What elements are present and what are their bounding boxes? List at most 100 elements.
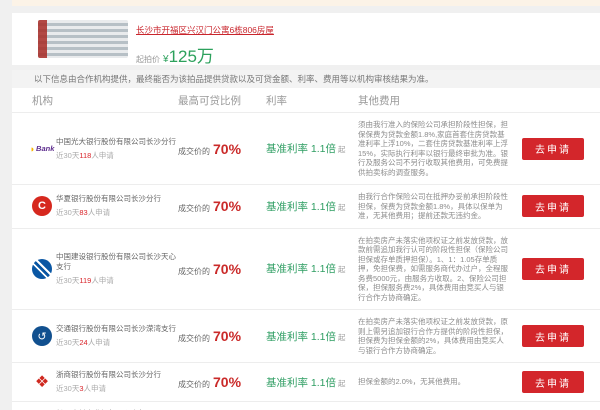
price-line: 起拍价 ¥ 125万 xyxy=(136,42,274,67)
applicants-stat: 近30天24人申请 xyxy=(56,337,178,348)
other-fees-cell: 在拍卖房产未落实他项权证之前发放贷款，原则上需另追加银行合作方提供的阶段性担保，… xyxy=(358,317,508,355)
interest-rate-cell: 基准利率 1.1倍 起 xyxy=(266,141,358,156)
ratio-value: 70% xyxy=(213,261,241,277)
ratio-label: 成交价的 xyxy=(178,266,210,277)
listing-info: 长沙市开福区兴汉门公寓6栋806房屋 起拍价 ¥ 125万 xyxy=(136,18,274,67)
ratio-value: 70% xyxy=(213,374,241,390)
header-other-fees: 其他费用 xyxy=(358,93,508,108)
apply-cell: 去申请 xyxy=(508,371,600,393)
ratio-value: 70% xyxy=(213,141,241,157)
table-row: 浙商银行股份有限公司长沙分行 近30天3人申请 成交价的 70% 基准利率 1.… xyxy=(12,362,600,401)
apply-cell: 去申请 xyxy=(508,325,600,347)
institution-cell: 中国光大银行股份有限公司长沙分行 近30天118人申请 xyxy=(32,137,178,161)
institution-cell: 交通银行股份有限公司长沙溁湾支行 近30天24人申请 xyxy=(32,324,178,348)
applicants-prefix: 近30天 xyxy=(56,338,79,347)
bank-name: 交通银行股份有限公司长沙溁湾支行 xyxy=(56,324,178,334)
other-fees-cell: 由我行合作保险公司在抵押办妥前承担阶段性担保，保费为贷款金额1.8%，具体以保单… xyxy=(358,192,508,221)
interest-rate-cell: 基准利率 1.1倍 起 xyxy=(266,375,358,390)
czbank-logo-icon xyxy=(32,372,52,392)
bank-table-body: 中国光大银行股份有限公司长沙分行 近30天118人申请 成交价的 70% 基准利… xyxy=(12,112,600,410)
header-max-loan-ratio: 最高可贷比例 xyxy=(178,93,266,108)
apply-button[interactable]: 去申请 xyxy=(522,371,584,393)
institution-cell: 华夏银行股份有限公司长沙分行 近30天83人申请 xyxy=(32,194,178,218)
applicants-prefix: 近30天 xyxy=(56,384,79,393)
rate-suffix: 起 xyxy=(338,202,346,213)
huaxia-bank-logo-icon xyxy=(32,196,52,216)
header-interest-rate: 利率 xyxy=(266,93,358,108)
table-header: 机构 最高可贷比例 利率 其他费用 xyxy=(12,88,600,112)
rate-suffix: 起 xyxy=(338,378,346,389)
notice-bar: 以下信息由合作机构提供，最终能否为该拍品提供贷款以及可贷金额、利率、费用等以机构… xyxy=(12,70,600,88)
applicants-count: 24 xyxy=(79,338,87,347)
other-fees-cell: 在拍卖房产未落实他项权证之前发放贷款，放款前需追加我行认可的阶段性担保（保险公司… xyxy=(358,236,508,303)
applicants-prefix: 近30天 xyxy=(56,276,79,285)
bocom-bank-logo-icon xyxy=(32,326,52,346)
bank-name: 华夏银行股份有限公司长沙分行 xyxy=(56,194,178,204)
applicants-stat: 近30天83人申请 xyxy=(56,207,178,218)
apply-button[interactable]: 去申请 xyxy=(522,258,584,280)
ratio-label: 成交价的 xyxy=(178,333,210,344)
price-label: 起拍价 xyxy=(136,54,160,65)
top-banner-strip xyxy=(12,0,600,6)
rate-value: 基准利率 1.1倍 xyxy=(266,375,336,390)
max-loan-ratio-cell: 成交价的 70% xyxy=(178,198,266,214)
price-value: 125万 xyxy=(169,42,214,67)
rate-suffix: 起 xyxy=(338,332,346,343)
ratio-value: 70% xyxy=(213,198,241,214)
max-loan-ratio-cell: 成交价的 70% xyxy=(178,261,266,277)
rate-value: 基准利率 1.1倍 xyxy=(266,329,336,344)
property-thumbnail[interactable] xyxy=(38,20,128,58)
rate-suffix: 起 xyxy=(338,144,346,155)
other-fees-cell: 须由我行准入的保险公司承担阶段性担保，担保保费为贷款金额1.8%,家庭首套住房贷… xyxy=(358,120,508,177)
interest-rate-cell: 基准利率 1.1倍 起 xyxy=(266,261,358,276)
applicants-prefix: 近30天 xyxy=(56,208,79,217)
applicants-suffix: 人申请 xyxy=(88,208,111,217)
applicants-suffix: 人申请 xyxy=(91,151,114,160)
applicants-count: 118 xyxy=(79,151,91,160)
rate-value: 基准利率 1.1倍 xyxy=(266,261,336,276)
interest-rate-cell: 基准利率 1.1倍 起 xyxy=(266,329,358,344)
table-row: 交通银行股份有限公司长沙溁湾支行 近30天24人申请 成交价的 70% 基准利率… xyxy=(12,309,600,362)
listing-title-link[interactable]: 长沙市开福区兴汉门公寓6栋806房屋 xyxy=(136,24,274,36)
applicants-suffix: 人申请 xyxy=(91,276,114,285)
table-row: 长沙农村商业银行天心支行 近30天23人申请 成交价的 70% 基准利率 1.1… xyxy=(12,401,600,410)
applicants-stat: 近30天3人申请 xyxy=(56,383,178,394)
listing-card: 长沙市开福区兴汉门公寓6栋806房屋 起拍价 ¥ 125万 xyxy=(12,13,600,65)
ratio-label: 成交价的 xyxy=(178,146,210,157)
rate-value: 基准利率 1.1倍 xyxy=(266,199,336,214)
apply-button[interactable]: 去申请 xyxy=(522,138,584,160)
table-row: 中国光大银行股份有限公司长沙分行 近30天118人申请 成交价的 70% 基准利… xyxy=(12,112,600,184)
bank-name: 中国光大银行股份有限公司长沙分行 xyxy=(56,137,178,147)
applicants-suffix: 人申请 xyxy=(88,338,111,347)
header-institution: 机构 xyxy=(32,93,178,108)
apply-button[interactable]: 去申请 xyxy=(522,325,584,347)
interest-rate-cell: 基准利率 1.1倍 起 xyxy=(266,199,358,214)
applicants-stat: 近30天119人申请 xyxy=(56,275,178,286)
everbright-bank-logo-icon xyxy=(32,139,52,159)
applicants-count: 83 xyxy=(79,208,87,217)
table-row: 华夏银行股份有限公司长沙分行 近30天83人申请 成交价的 70% 基准利率 1… xyxy=(12,184,600,228)
loan-offers-card: 以下信息由合作机构提供，最终能否为该拍品提供贷款以及可贷金额、利率、费用等以机构… xyxy=(12,70,600,410)
max-loan-ratio-cell: 成交价的 70% xyxy=(178,374,266,390)
other-fees-cell: 担保金额的2.0%，无其他费用。 xyxy=(358,377,508,387)
ratio-label: 成交价的 xyxy=(178,203,210,214)
max-loan-ratio-cell: 成交价的 70% xyxy=(178,328,266,344)
institution-cell: 浙商银行股份有限公司长沙分行 近30天3人申请 xyxy=(32,370,178,394)
ratio-value: 70% xyxy=(213,328,241,344)
applicants-stat: 近30天118人申请 xyxy=(56,150,178,161)
applicants-prefix: 近30天 xyxy=(56,151,79,160)
ccb-bank-logo-icon xyxy=(32,259,52,279)
apply-cell: 去申请 xyxy=(508,138,600,160)
max-loan-ratio-cell: 成交价的 70% xyxy=(178,141,266,157)
ratio-label: 成交价的 xyxy=(178,379,210,390)
apply-cell: 去申请 xyxy=(508,258,600,280)
apply-cell: 去申请 xyxy=(508,195,600,217)
bank-name: 浙商银行股份有限公司长沙分行 xyxy=(56,370,178,380)
apply-button[interactable]: 去申请 xyxy=(522,195,584,217)
rate-suffix: 起 xyxy=(338,264,346,275)
rate-value: 基准利率 1.1倍 xyxy=(266,141,336,156)
institution-cell: 中国建设银行股份有限公司长沙天心支行 近30天119人申请 xyxy=(32,252,178,286)
bank-name: 中国建设银行股份有限公司长沙天心支行 xyxy=(56,252,178,272)
applicants-suffix: 人申请 xyxy=(84,384,107,393)
applicants-count: 119 xyxy=(79,276,91,285)
